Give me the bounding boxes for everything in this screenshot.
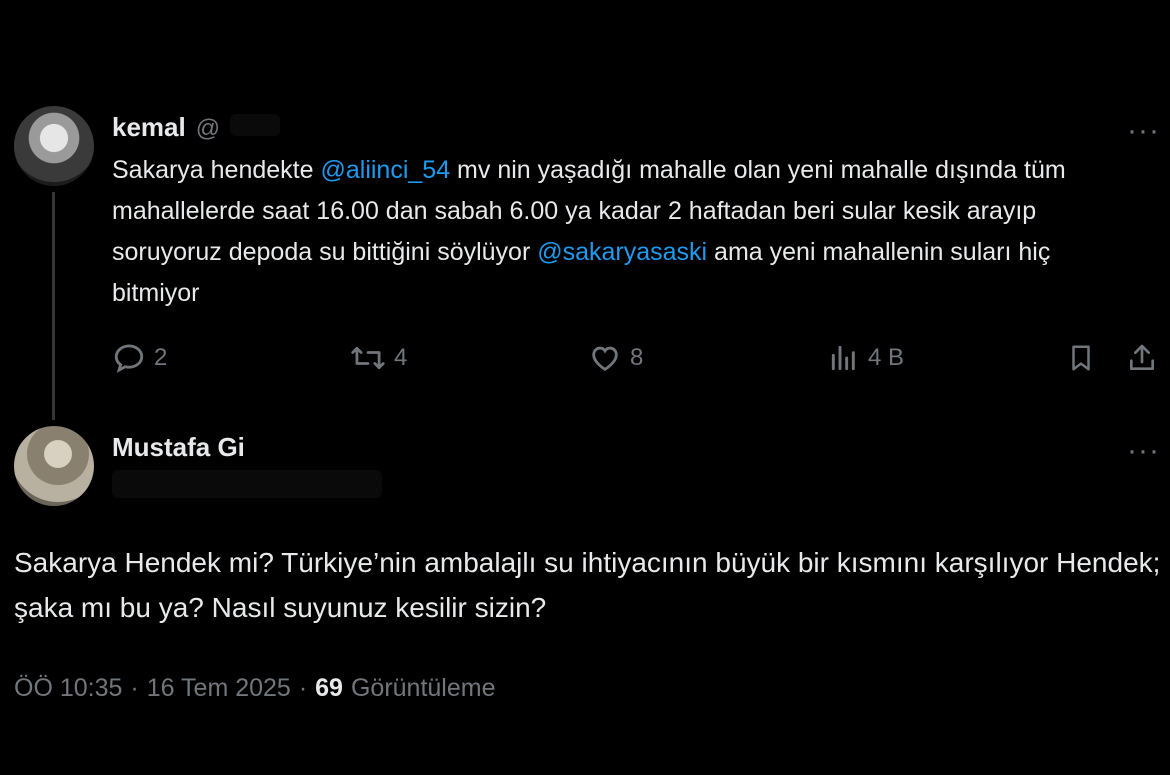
- views-count: 4 B: [868, 344, 905, 371]
- bookmark-button[interactable]: [1066, 341, 1096, 380]
- views-number: 69: [315, 674, 343, 702]
- author-handle[interactable]: @: [196, 115, 220, 143]
- retweet-action[interactable]: 4: [350, 341, 407, 375]
- more-options-icon[interactable]: ···: [1127, 436, 1160, 466]
- tweet-date[interactable]: 16 Tem 2025: [147, 674, 291, 703]
- avatar-mustafa[interactable]: [14, 426, 94, 506]
- avatar-kemal[interactable]: [14, 106, 94, 186]
- reply-header: kemal @: [112, 112, 281, 143]
- redacted-handle: [112, 470, 382, 498]
- main-tweet-text: Sakarya Hendek mi? Türkiye’nin ambalajlı…: [14, 547, 1161, 623]
- mention-link[interactable]: @sakaryasaski: [537, 238, 707, 266]
- reply-tweet-text: Sakarya hendekte @aliinci_54 mv nin yaşa…: [112, 156, 1066, 307]
- more-options-icon[interactable]: ···: [1127, 116, 1160, 146]
- reply-icon: [114, 344, 144, 373]
- share-icon: [1130, 344, 1154, 370]
- like-action[interactable]: 8: [588, 341, 643, 375]
- author-name[interactable]: kemal: [112, 112, 186, 143]
- main-header: Mustafa Gi: [112, 432, 245, 463]
- tweet-metadata: ÖÖ 10:35 · 16 Tem 2025 · 69 Görüntüleme: [14, 674, 496, 703]
- retweet-count: 4: [394, 344, 408, 371]
- separator: ·: [298, 674, 308, 702]
- tweet-time[interactable]: ÖÖ 10:35: [14, 674, 122, 703]
- author-name[interactable]: Mustafa Gi: [112, 432, 245, 462]
- retweet-icon: [351, 346, 385, 370]
- reply-count: 2: [154, 344, 168, 371]
- bookmark-icon: [1072, 345, 1090, 371]
- reply-action[interactable]: 2: [112, 341, 167, 375]
- like-count: 8: [630, 344, 644, 371]
- views-icon: [831, 345, 855, 371]
- separator: ·: [130, 674, 139, 702]
- views-label: Görüntüleme: [350, 674, 496, 702]
- mention-link[interactable]: @aliinci_54: [320, 156, 450, 184]
- like-icon: [592, 346, 618, 371]
- redacted-handle: [230, 114, 281, 136]
- thread-connector-line: [52, 192, 55, 420]
- view-stats[interactable]: 69 Görüntüleme: [315, 674, 495, 703]
- share-button[interactable]: [1126, 341, 1158, 380]
- views-action[interactable]: 4 B: [828, 341, 904, 375]
